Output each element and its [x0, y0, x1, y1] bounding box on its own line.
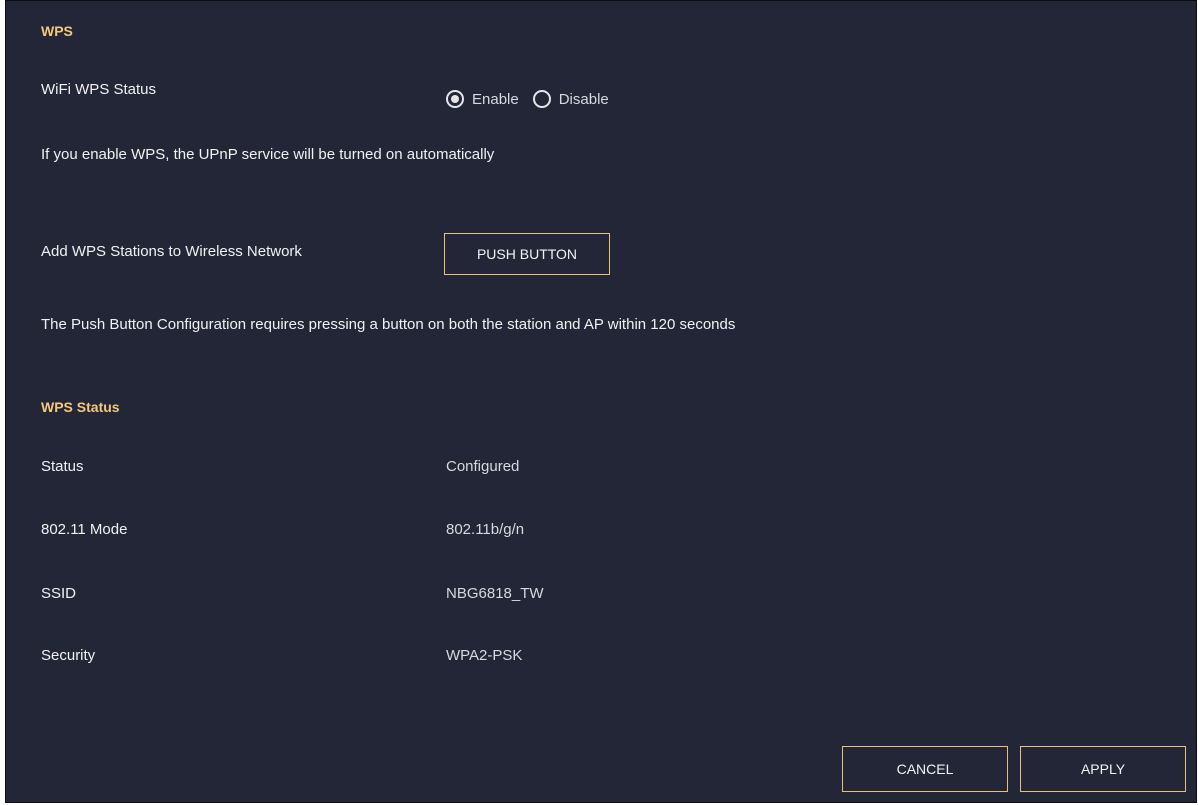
- radio-selected-icon: [446, 90, 464, 108]
- wps-disable-label: Disable: [558, 90, 609, 108]
- wps-section-title: WPS: [41, 23, 73, 39]
- push-button[interactable]: PUSH BUTTON: [444, 233, 610, 275]
- mode-label: 802.11 Mode: [41, 521, 128, 538]
- apply-button[interactable]: APPLY: [1020, 746, 1186, 792]
- mode-value: 802.11b/g/n: [446, 521, 525, 538]
- status-value: Configured: [446, 458, 520, 475]
- wps-status-section-title: WPS Status: [41, 399, 120, 415]
- security-value: WPA2-PSK: [446, 647, 523, 664]
- ssid-value: NBG6818_TW: [446, 585, 544, 602]
- wps-enable-radio[interactable]: Enable: [446, 90, 519, 108]
- wps-status-radio-group: Enable Disable: [446, 90, 623, 108]
- status-label: Status: [41, 458, 84, 475]
- add-wps-stations-label: Add WPS Stations to Wireless Network: [41, 243, 302, 260]
- ssid-label: SSID: [41, 585, 77, 602]
- wps-disable-radio[interactable]: Disable: [532, 90, 609, 108]
- wps-upnp-note: If you enable WPS, the UPnP service will…: [41, 146, 495, 163]
- wps-panel: WPS WiFi WPS Status Enable Disable If yo…: [5, 0, 1197, 803]
- radio-unselected-icon: [532, 90, 551, 108]
- wifi-wps-status-label: WiFi WPS Status: [41, 81, 157, 98]
- security-label: Security: [41, 647, 96, 664]
- cancel-button[interactable]: CANCEL: [842, 746, 1008, 792]
- push-button-note: The Push Button Configuration requires p…: [41, 316, 736, 333]
- wps-enable-label: Enable: [472, 90, 519, 108]
